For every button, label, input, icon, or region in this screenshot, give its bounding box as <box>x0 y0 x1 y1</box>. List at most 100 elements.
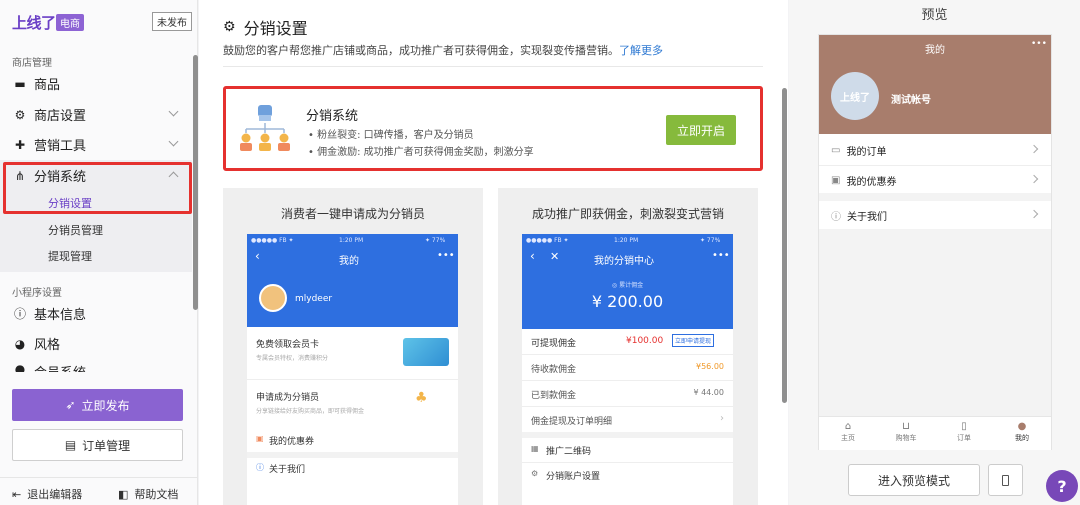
gear-icon: ⚙ <box>531 469 539 478</box>
sidebar-subitem-withdrawals[interactable]: 提现管理 <box>48 248 92 264</box>
user-icon: ● <box>1017 421 1027 432</box>
home-icon: ⌂ <box>844 421 852 432</box>
more-icon[interactable]: ••• <box>1031 39 1047 49</box>
row-title: 免费领取会员卡 <box>256 340 320 350</box>
distribution-hierarchy-icon <box>240 105 290 151</box>
feature-panel-commission: 成功推广即获佣金，刺激裂变式营销 ●●●●● FB ✦ 1:20 PM ✦ 77… <box>498 188 758 505</box>
phone-header: ●●●●● FB ✦ 1:20 PM ✦ 77% ‹ ✕ 我的分销中心 ••• … <box>522 234 733 329</box>
row-value: ¥100.00 <box>626 336 664 346</box>
close-icon[interactable]: ✕ <box>550 250 559 263</box>
sidebar-subitem-distributors[interactable]: 分销员管理 <box>48 222 103 238</box>
app-logo: 上线了 <box>12 14 56 32</box>
withdraw-button[interactable]: 立即申请提现 <box>672 334 715 347</box>
preview-row-coupons[interactable]: ▣ 我的优惠券 <box>831 173 896 188</box>
sidebar-item-style[interactable]: ◕ 风格 <box>12 334 61 354</box>
preview-phone: 我的 ••• 上线了 测试帐号 ▭ 我的订单 ▣ 我的优惠券 ⓘ 关于我们 ⌂ 主… <box>818 34 1052 450</box>
row-label: 我的优惠券 <box>846 177 897 188</box>
sidebar-item-shop-settings[interactable]: ⚙ 商店设置 <box>12 105 86 125</box>
back-icon[interactable]: ‹ <box>530 249 535 263</box>
row-title: 待收款佣金 <box>531 365 577 375</box>
list-item[interactable]: 申请成为分销员 分享链接给好友购买商品，即可获得佣金 ♣ <box>247 380 458 430</box>
sidebar-item-products[interactable]: ▬ 商品 <box>12 74 60 94</box>
more-icon[interactable]: ••• <box>712 250 730 261</box>
help-docs-label: 帮助文档 <box>134 488 179 501</box>
exit-editor-link[interactable]: ⇤ 退出编辑器 <box>12 486 82 502</box>
mobile-preview-button[interactable] <box>988 464 1023 496</box>
info-icon: ⓘ <box>13 307 26 321</box>
cart-icon: ⊔ <box>902 421 910 432</box>
avatar <box>259 284 287 312</box>
gift-icon: ✚ <box>14 137 26 152</box>
list-item[interactable]: ⓘ 关于我们 <box>247 458 458 480</box>
gear-icon: ⚙ <box>14 107 26 122</box>
distributors-icon: ♣ <box>415 390 428 406</box>
card-bullet: • 佣金激励: 成功推广者可获得佣金奖励，刺激分享 <box>308 147 534 158</box>
learn-more-link[interactable]: 了解更多 <box>619 44 663 57</box>
mini-section-title: 小程序设置 <box>12 288 62 299</box>
sidebar-item-label: 营销工具 <box>34 139 87 154</box>
enter-preview-button[interactable]: 进入预览模式 <box>848 464 980 496</box>
phone-nav-title: 我的 <box>339 256 359 267</box>
publish-status-badge: 未发布 <box>152 12 192 31</box>
help-button[interactable]: ? <box>1046 470 1078 502</box>
status-carrier: ●●●●● FB ✦ <box>251 237 294 244</box>
document-icon: ▯ <box>961 421 967 432</box>
list-item[interactable]: 免费领取会员卡 专属会员特权，消费赚积分 <box>247 327 458 379</box>
help-docs-link[interactable]: ◧ 帮助文档 <box>118 486 178 502</box>
chevron-down-icon <box>168 106 179 117</box>
enable-now-button[interactable]: 立即开启 <box>666 115 736 145</box>
list-item[interactable]: 佣金提现及订单明细 › <box>522 407 733 432</box>
sidebar-item-membership[interactable]: ● 会员系统 <box>12 362 86 372</box>
row-title: 我的优惠券 <box>269 437 315 447</box>
tab-cart[interactable]: ⊔ 购物车 <box>877 417 935 450</box>
tab-me[interactable]: ● 我的 <box>993 417 1051 450</box>
sidebar-scrollbar[interactable] <box>193 55 198 310</box>
row-title: 申请成为分销员 <box>256 393 320 403</box>
back-icon[interactable]: ‹ <box>255 249 260 263</box>
phone-mockup: ●●●●● FB ✦ 1:20 PM ✦ 77% ‹ ✕ 我的分销中心 ••• … <box>522 234 733 505</box>
main-scrollbar[interactable] <box>782 88 787 403</box>
preview-row-about[interactable]: ⓘ 关于我们 <box>831 208 887 223</box>
list-item: 已到款佣金 ¥ 44.00 <box>522 381 733 406</box>
tab-home[interactable]: ⌂ 主页 <box>819 417 877 450</box>
total-label: ◎ 累计佣金 <box>611 282 644 289</box>
list-item[interactable]: ▦ 推广二维码 <box>522 438 733 462</box>
orders-button[interactable]: ▤ 订单管理 <box>12 429 183 461</box>
preview-panel: 预览 我的 ••• 上线了 测试帐号 ▭ 我的订单 ▣ 我的优惠券 ⓘ 关于我们… <box>789 0 1080 505</box>
row-value: ¥ 44.00 <box>693 388 724 397</box>
tab-label: 我的 <box>1015 434 1029 442</box>
row-title: 关于我们 <box>269 465 306 475</box>
tab-label: 订单 <box>957 434 971 442</box>
qr-code-icon: ▦ <box>531 444 539 453</box>
publish-button[interactable]: ➶ 立即发布 <box>12 389 183 421</box>
card-bullet: • 粉丝裂变: 口碑传播，客户及分销员 <box>308 130 474 141</box>
row-value: ¥56.00 <box>696 362 724 371</box>
list-item: 待收款佣金 ¥56.00 <box>522 355 733 380</box>
chevron-down-icon <box>168 136 179 147</box>
phone-header: ●●●●● FB ✦ 1:20 PM ✦ 77% ‹ 我的 ••• mlydee… <box>247 234 458 327</box>
palette-icon: ◕ <box>14 336 26 351</box>
divider <box>223 66 763 67</box>
username: mlydeer <box>295 294 333 304</box>
empty-area <box>819 229 1051 416</box>
total-commission: ¥ 200.00 <box>591 292 664 311</box>
tab-orders[interactable]: ▯ 订单 <box>935 417 993 450</box>
list-item[interactable]: ▣ 我的优惠券 <box>247 430 458 452</box>
highlight-box <box>3 162 192 214</box>
sidebar-item-basic-info[interactable]: ⓘ 基本信息 <box>12 304 86 323</box>
list-item[interactable]: ⚙ 分销账户设置 <box>522 463 733 487</box>
status-time: 1:20 PM <box>339 237 364 244</box>
preview-row-orders[interactable]: ▭ 我的订单 <box>831 143 886 158</box>
account-name: 测试帐号 <box>891 95 931 106</box>
row-subtitle: 分享链接给好友购买商品，即可获得佣金 <box>256 408 365 415</box>
status-battery: ✦ 77% <box>700 237 721 244</box>
book-icon: ◧ <box>118 487 129 501</box>
preview-title: 预览 <box>921 8 948 23</box>
list-item[interactable]: 可提现佣金 ¥100.00 立即申请提现 <box>522 329 733 354</box>
sidebar-item-label: 风格 <box>34 338 61 353</box>
profile-header: 我的 ••• 上线了 测试帐号 <box>819 35 1051 134</box>
row-title: 已到款佣金 <box>531 391 577 401</box>
row-subtitle: 专属会员特权，消费赚积分 <box>256 355 329 362</box>
more-icon[interactable]: ••• <box>437 250 455 261</box>
sidebar-item-marketing[interactable]: ✚ 营销工具 <box>12 135 87 155</box>
